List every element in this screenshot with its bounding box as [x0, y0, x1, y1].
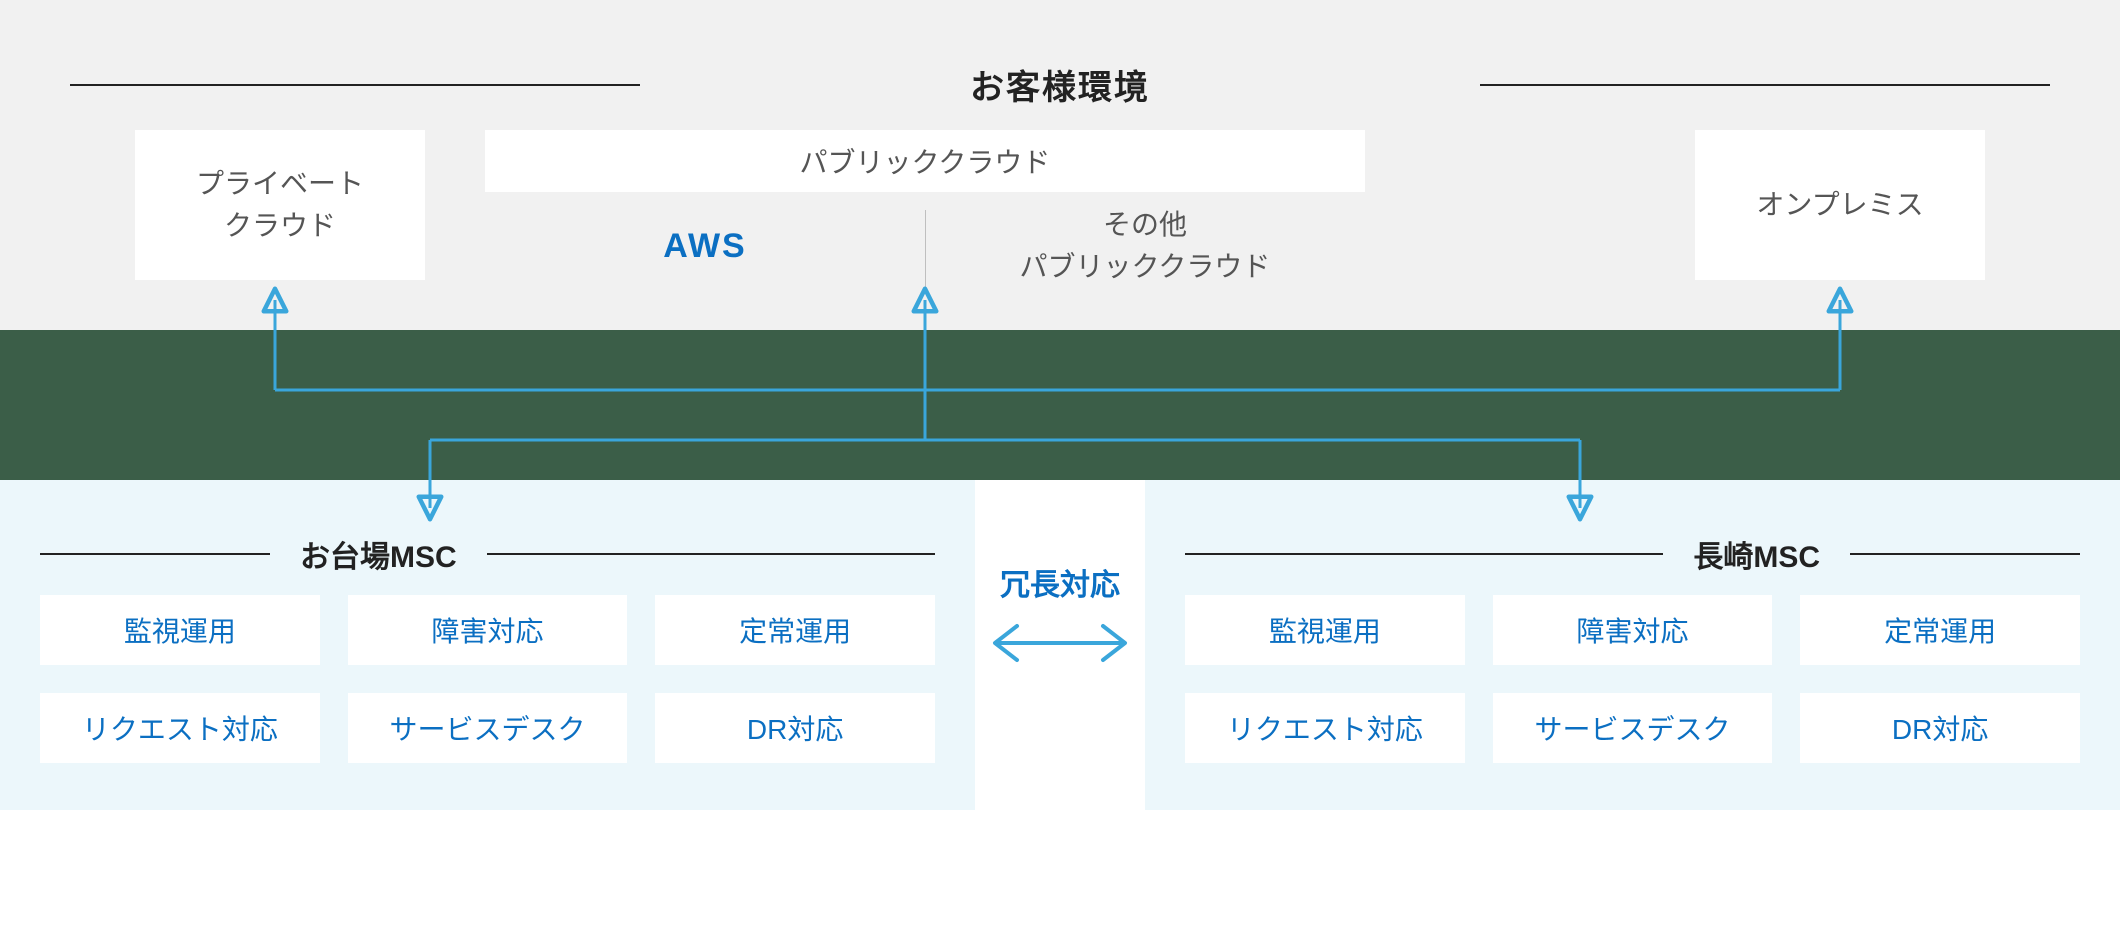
- redundancy-label: 冗長対応: [975, 560, 1145, 604]
- msc-chip: 障害対応: [348, 595, 628, 665]
- redundancy-indicator: 冗長対応: [975, 560, 1145, 673]
- msc-grid: 監視運用 障害対応 定常運用 リクエスト対応 サービスデスク DR対応: [1185, 595, 2080, 763]
- msc-chip: 定常運用: [655, 595, 935, 665]
- msc-grid: 監視運用 障害対応 定常運用 リクエスト対応 サービスデスク DR対応: [40, 595, 935, 763]
- rule: [40, 553, 270, 555]
- env-card-public-cloud: パブリッククラウド AWS その他 パブリッククラウド: [485, 130, 1365, 300]
- msc-chip: 障害対応: [1493, 595, 1773, 665]
- rule: [1185, 553, 1663, 555]
- msc-chip: サービスデスク: [1493, 693, 1773, 763]
- env-title: お客様環境: [930, 60, 1190, 109]
- env-card-label: オンプレミス: [1756, 184, 1923, 226]
- divider: [925, 210, 926, 290]
- msc-chip: サービスデスク: [348, 693, 628, 763]
- public-cloud-other: その他 パブリッククラウド: [925, 192, 1365, 300]
- msc-panel-odaiba: お台場MSC 監視運用 障害対応 定常運用 リクエスト対応 サービスデスク DR…: [0, 480, 975, 810]
- msc-chip: リクエスト対応: [1185, 693, 1465, 763]
- env-card-private-cloud: プライベート クラウド: [135, 130, 425, 280]
- public-cloud-title: パブリッククラウド: [485, 130, 1365, 192]
- network-band: [0, 330, 2120, 480]
- msc-chip: 監視運用: [1185, 595, 1465, 665]
- public-cloud-other-label: その他 パブリッククラウド: [1020, 204, 1271, 288]
- env-boxes: プライベート クラウド パブリッククラウド AWS その他 パブリッククラウド …: [0, 130, 2120, 300]
- msc-chip: DR対応: [1800, 693, 2080, 763]
- msc-chip: 監視運用: [40, 595, 320, 665]
- msc-header: お台場MSC: [0, 532, 975, 576]
- rule: [487, 553, 935, 555]
- msc-chip: DR対応: [655, 693, 935, 763]
- env-header: お客様環境: [0, 60, 2120, 109]
- customer-environment-panel: お客様環境 プライベート クラウド パブリッククラウド AWS その他 パブリッ…: [0, 0, 2120, 330]
- msc-chip: 定常運用: [1800, 595, 2080, 665]
- msc-panel-nagasaki: 長崎MSC 監視運用 障害対応 定常運用 リクエスト対応 サービスデスク DR対…: [1145, 480, 2120, 810]
- msc-header: 長崎MSC: [1145, 532, 2120, 576]
- msc-chip: リクエスト対応: [40, 693, 320, 763]
- rule: [70, 84, 640, 86]
- public-cloud-aws: AWS: [485, 192, 925, 300]
- rule: [1480, 84, 2050, 86]
- env-card-label: プライベート クラウド: [196, 163, 364, 247]
- msc-title: 長崎MSC: [1663, 532, 1850, 576]
- msc-title: お台場MSC: [270, 532, 487, 576]
- double-arrow-icon: [975, 618, 1145, 668]
- rule: [1850, 553, 2080, 555]
- env-card-on-premises: オンプレミス: [1695, 130, 1985, 280]
